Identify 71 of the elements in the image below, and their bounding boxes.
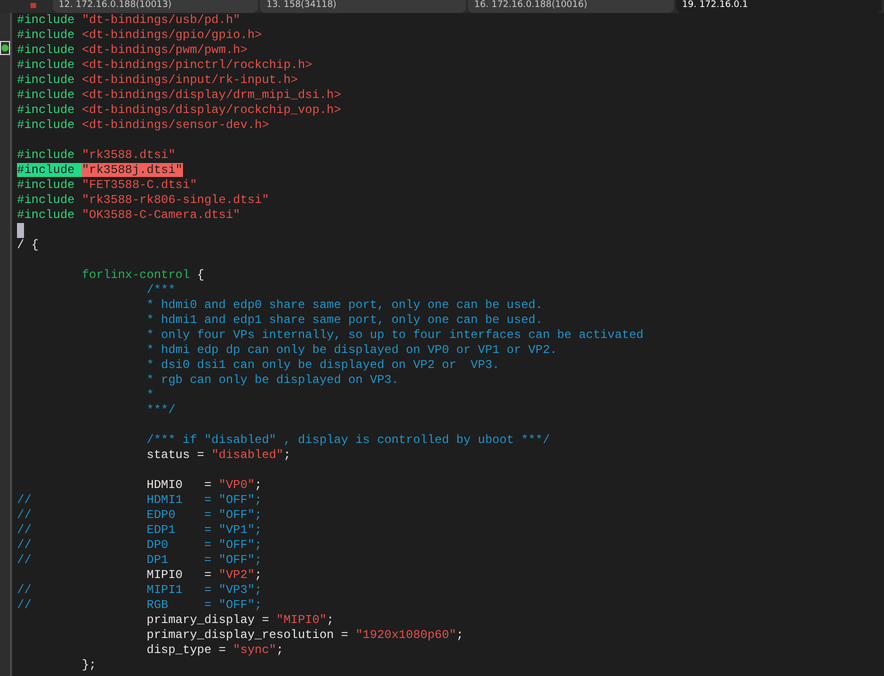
string-literal: "VP0" bbox=[218, 478, 255, 492]
preprocessor-directive: #include bbox=[17, 103, 76, 117]
code-text: disp_type = bbox=[146, 643, 227, 657]
string-literal: <dt-bindings/display/drm_mipi_dsi.h> bbox=[82, 88, 342, 102]
preprocessor-directive: #include bbox=[17, 13, 76, 27]
string-literal: <dt-bindings/sensor-dev.h> bbox=[82, 118, 270, 132]
string-literal: "VP2" bbox=[218, 568, 255, 582]
code-text: primary_display = bbox=[146, 613, 270, 627]
code-comment: * hdmi0 and edp0 share same port, only one can be used. bbox=[146, 298, 543, 312]
code-comment: // HDMI1 = "OFF"; bbox=[17, 493, 262, 507]
terminal-tab[interactable]: 12. 172.16.0.188(10013) bbox=[52, 0, 258, 13]
string-literal: "rk3588-rk806-single.dtsi" bbox=[82, 193, 270, 207]
code-comment: // DP1 = "OFF"; bbox=[17, 553, 262, 567]
code-comment: * only four VPs internally, so up to four interfaces can be activated bbox=[146, 328, 644, 342]
string-literal: <dt-bindings/pwm/pwm.h> bbox=[82, 43, 248, 57]
string-literal: "OK3588-C-Camera.dtsi" bbox=[82, 208, 240, 222]
string-literal: "disabled" bbox=[211, 448, 284, 462]
code-comment: * hdmi edp dp can only be displayed on VP0 or VP1 or VP2. bbox=[146, 343, 558, 357]
code-comment: // MIPI1 = "VP3"; bbox=[17, 583, 262, 597]
code-text: HDMI0 = bbox=[146, 478, 212, 492]
code-text: ; bbox=[254, 568, 262, 582]
preprocessor-directive: #include bbox=[17, 118, 76, 132]
node-name: forlinx-control bbox=[82, 268, 190, 282]
string-literal: <dt-bindings/input/rk-input.h> bbox=[82, 73, 298, 87]
code-text: ; bbox=[456, 628, 464, 642]
code-text: MIPI0 = bbox=[146, 568, 212, 582]
preprocessor-directive: #include bbox=[17, 148, 76, 162]
code-comment: // EDP0 = "OFF"; bbox=[17, 508, 262, 522]
code-comment: /*** if "disabled" , display is controlled by uboot ***/ bbox=[146, 433, 550, 447]
preprocessor-directive: #include bbox=[17, 28, 76, 42]
terminal-tab[interactable]: 13. 158(34118) bbox=[260, 0, 466, 13]
code-text: primary_display_resolution = bbox=[146, 628, 350, 642]
status-icon bbox=[0, 41, 10, 55]
preprocessor-directive: #include bbox=[17, 73, 76, 87]
preprocessor-directive: #include bbox=[17, 193, 76, 207]
code-comment: * dsi0 dsi1 can only be displayed on VP2 or VP3. bbox=[146, 358, 500, 372]
terminal-tab[interactable]: 16. 172.16.0.188(10016) bbox=[468, 0, 674, 13]
code-comment: // EDP1 = "VP1"; bbox=[17, 523, 262, 537]
code-comment: // DP0 = "OFF"; bbox=[17, 538, 262, 552]
code-text: ; bbox=[276, 643, 284, 657]
code-text: status = bbox=[146, 448, 206, 462]
string-literal: "sync" bbox=[233, 643, 276, 657]
preprocessor-directive: #include bbox=[17, 208, 76, 222]
code-text: { bbox=[197, 268, 204, 282]
string-literal: <dt-bindings/display/rockchip_vop.h> bbox=[82, 103, 342, 117]
code-comment: * hdmi1 and edp1 share same port, only one can be used. bbox=[146, 313, 543, 327]
string-literal: "MIPI0" bbox=[276, 613, 327, 627]
code-text: ; bbox=[254, 478, 262, 492]
code-comment: * bbox=[146, 388, 154, 402]
code-comment: /*** bbox=[146, 283, 176, 297]
string-literal: "rk3588.dtsi" bbox=[82, 148, 176, 162]
preprocessor-directive: #include bbox=[17, 58, 76, 72]
code-text: / { bbox=[17, 238, 39, 252]
preprocessor-directive: #include bbox=[17, 163, 82, 177]
code-text: ; bbox=[283, 448, 291, 462]
code-text: }; bbox=[82, 658, 96, 672]
code-comment: ***/ bbox=[146, 403, 176, 417]
code-text: ; bbox=[326, 613, 334, 627]
code-comment: * rgb can only be displayed on VP3. bbox=[146, 373, 399, 387]
string-literal: "rk3588j.dtsi" bbox=[82, 163, 183, 177]
code-comment: // RGB = "OFF"; bbox=[17, 598, 262, 612]
preprocessor-directive: #include bbox=[17, 88, 76, 102]
string-literal: <dt-bindings/gpio/gpio.h> bbox=[82, 28, 262, 42]
string-literal: <dt-bindings/pinctrl/rockchip.h> bbox=[82, 58, 312, 72]
terminal-tab[interactable]: 19. 172.16.0.1 bbox=[676, 0, 882, 13]
preprocessor-directive: #include bbox=[17, 178, 76, 192]
home-icon[interactable] bbox=[30, 0, 37, 11]
string-literal: "dt-bindings/usb/pd.h" bbox=[82, 13, 240, 27]
string-literal: "FET3588-C.dtsi" bbox=[82, 178, 198, 192]
preprocessor-directive: #include bbox=[17, 43, 76, 57]
string-literal: "1920x1080p60" bbox=[355, 628, 456, 642]
